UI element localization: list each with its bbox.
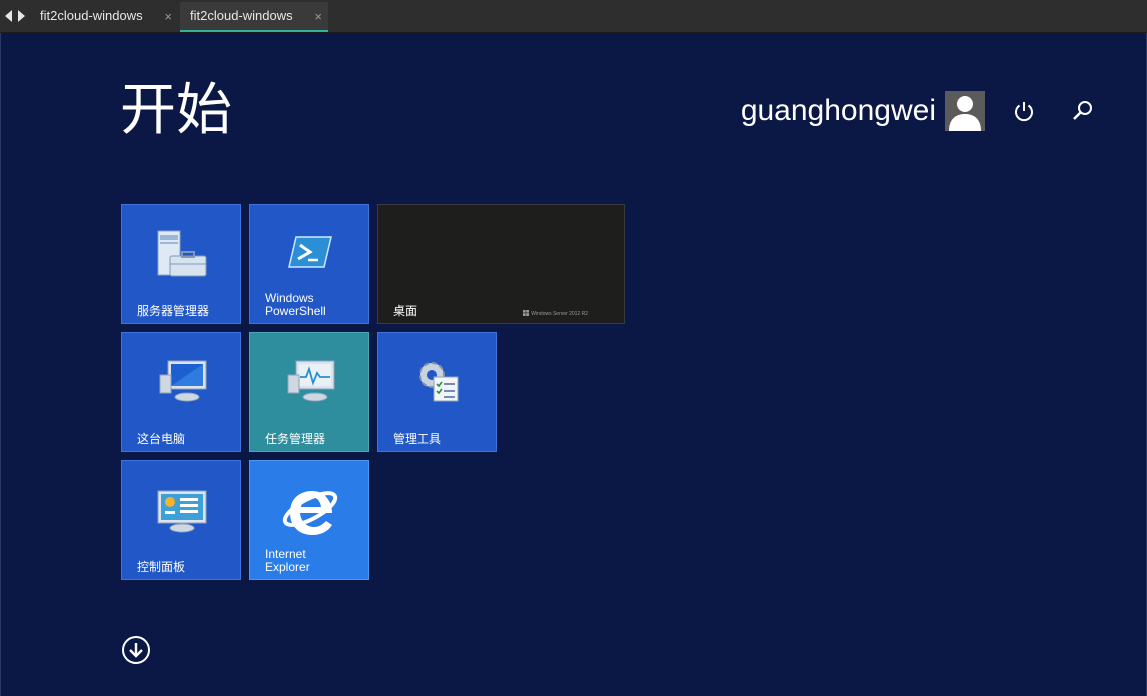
tab-nav-arrows-icon[interactable] (4, 8, 26, 24)
tab-fit2cloud-windows-1[interactable]: fit2cloud-windows × (30, 2, 178, 32)
start-title: 开始 (120, 78, 232, 143)
tile-task-manager[interactable]: 任务管理器 (249, 332, 369, 452)
windows-server-brand: Windows Server 2012 R2 (523, 310, 588, 317)
tile-control-panel[interactable]: 控制面板 (121, 460, 241, 580)
tile-internet-explorer[interactable]: Internet Explorer (249, 460, 369, 580)
tab-close-icon[interactable]: × (164, 3, 172, 31)
tab-label: fit2cloud-windows (40, 8, 143, 23)
internet-explorer-icon (282, 491, 338, 535)
tile-label: 任务管理器 (265, 432, 326, 446)
tile-label: 控制面板 (137, 560, 186, 574)
user-name[interactable]: guanghongwei (741, 91, 936, 131)
control-panel-icon (157, 490, 207, 533)
tile-windows-powershell[interactable]: Windows PowerShell (249, 204, 369, 324)
tile-label: 管理工具 (393, 432, 442, 446)
search-icon[interactable] (1071, 99, 1095, 123)
tile-label: Internet Explorer (265, 547, 310, 574)
tile-this-pc[interactable]: 这台电脑 (121, 332, 241, 452)
computer-icon (159, 360, 207, 402)
tab-close-icon[interactable]: × (314, 3, 322, 31)
start-screen: 开始 guanghongwei 服务器管理器 Windows PowerShel… (0, 33, 1147, 696)
powershell-icon (288, 236, 332, 268)
tab-fit2cloud-windows-2[interactable]: fit2cloud-windows × (180, 2, 328, 32)
tile-label: 服务器管理器 (137, 304, 210, 318)
admin-tools-icon (419, 362, 459, 402)
tile-label: Windows PowerShell (265, 291, 326, 318)
tile-label: 桌面 (393, 304, 418, 318)
windows-server-brand-text: Windows Server 2012 R2 (531, 311, 588, 317)
user-silhouette-icon (949, 96, 981, 131)
tile-server-manager[interactable]: 服务器管理器 (121, 204, 241, 324)
windows-logo-icon (523, 310, 530, 316)
tile-label: 这台电脑 (137, 432, 186, 446)
tile-administrative-tools[interactable]: 管理工具 (377, 332, 497, 452)
tab-label: fit2cloud-windows (190, 8, 293, 23)
user-avatar[interactable] (945, 91, 985, 131)
server-manager-icon (157, 230, 207, 277)
tab-bar: fit2cloud-windows × fit2cloud-windows × (0, 0, 1147, 33)
power-icon[interactable] (1012, 99, 1036, 123)
tile-desktop[interactable]: 桌面 Windows Server 2012 R2 (377, 204, 625, 324)
task-manager-icon (287, 360, 335, 402)
all-apps-down-arrow-icon[interactable] (121, 635, 151, 665)
